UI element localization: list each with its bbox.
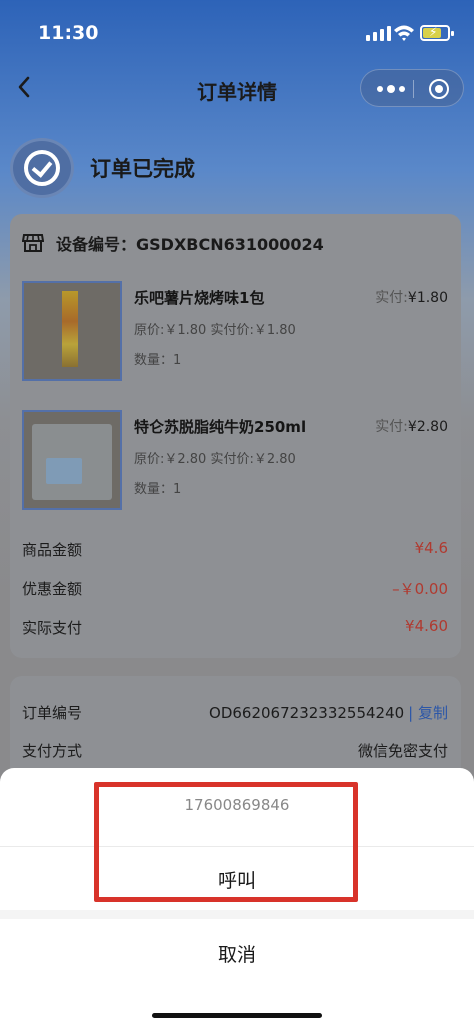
order-status: 订单已完成 [10, 138, 450, 198]
more-dots-icon[interactable] [377, 85, 405, 93]
order-status-text: 订单已完成 [90, 157, 195, 181]
device-number: 设备编号：GSDXBCN631000024 [56, 235, 324, 254]
actual-paid-row: 实际支付 ¥4.60 [22, 617, 448, 638]
device-row: 设备编号：GSDXBCN631000024 [22, 231, 324, 255]
product-name: 乐吧薯片烧烤味1包 [134, 289, 265, 307]
payment-method-value: 微信免密支付 [357, 742, 448, 760]
list-item[interactable]: 乐吧薯片烧烤味1包 实付:¥1.80 原价:￥1.80 实付价:￥1.80 数量… [22, 281, 452, 383]
call-action-sheet: 17600869846 呼叫 取消 [0, 768, 474, 1034]
cancel-button[interactable]: 取消 [0, 940, 474, 967]
goods-amount-row: 商品金额 ¥4.6 [22, 539, 448, 560]
actual-paid-value: ¥4.60 [405, 617, 448, 635]
divider [0, 846, 474, 847]
order-items-card: 设备编号：GSDXBCN631000024 乐吧薯片烧烤味1包 实付:¥1.80… [10, 214, 461, 658]
battery-icon: ⚡ [420, 25, 450, 41]
phone-number: 17600869846 [184, 796, 290, 814]
battery-tip [451, 31, 454, 36]
capsule-divider [413, 80, 414, 98]
payment-method-label: 支付方式 [22, 742, 83, 760]
discount-label: 优惠金额 [22, 580, 83, 598]
wifi-icon [394, 25, 414, 41]
payment-method-row: 支付方式 微信免密支付 [22, 740, 448, 761]
product-quantity: 数量：1 [134, 353, 182, 368]
product-paid: 实付:¥1.80 [375, 290, 448, 306]
order-number-row: 订单编号 OD662067232332554240 | 复制 [22, 702, 448, 723]
product-quantity: 数量：1 [134, 482, 182, 497]
shop-icon [22, 234, 44, 252]
product-original-price: 原价:￥2.80 实付价:￥2.80 [134, 452, 296, 467]
sheet-gap [0, 910, 474, 919]
product-original-price: 原价:￥1.80 实付价:￥1.80 [134, 323, 296, 338]
signal-icon [366, 26, 391, 41]
order-number-label: 订单编号 [22, 704, 83, 722]
goods-amount-value: ¥4.6 [414, 539, 448, 557]
product-image [22, 281, 122, 381]
status-time: 11:30 [38, 22, 99, 44]
call-button[interactable]: 呼叫 [0, 866, 474, 893]
actual-paid-label: 实际支付 [22, 619, 83, 637]
mini-program-capsule [360, 69, 464, 107]
product-paid: 实付:¥2.80 [375, 419, 448, 435]
order-number-value: OD662067232332554240 | 复制 [209, 704, 448, 722]
list-item[interactable]: 特仑苏脱脂纯牛奶250ml 实付:¥2.80 原价:￥2.80 实付价:￥2.8… [22, 410, 452, 512]
navbar: 订单详情 [0, 64, 474, 114]
goods-amount-label: 商品金额 [22, 541, 83, 559]
copy-link[interactable]: | 复制 [408, 704, 448, 722]
check-circle-icon [10, 138, 74, 198]
discount-row: 优惠金额 –￥0.00 [22, 578, 448, 599]
product-image [22, 410, 122, 510]
target-icon[interactable] [429, 79, 449, 99]
product-name: 特仑苏脱脂纯牛奶250ml [134, 418, 307, 436]
home-indicator [152, 1013, 322, 1018]
discount-value: –￥0.00 [392, 580, 448, 598]
status-bar: 11:30 ⚡ [0, 0, 474, 64]
